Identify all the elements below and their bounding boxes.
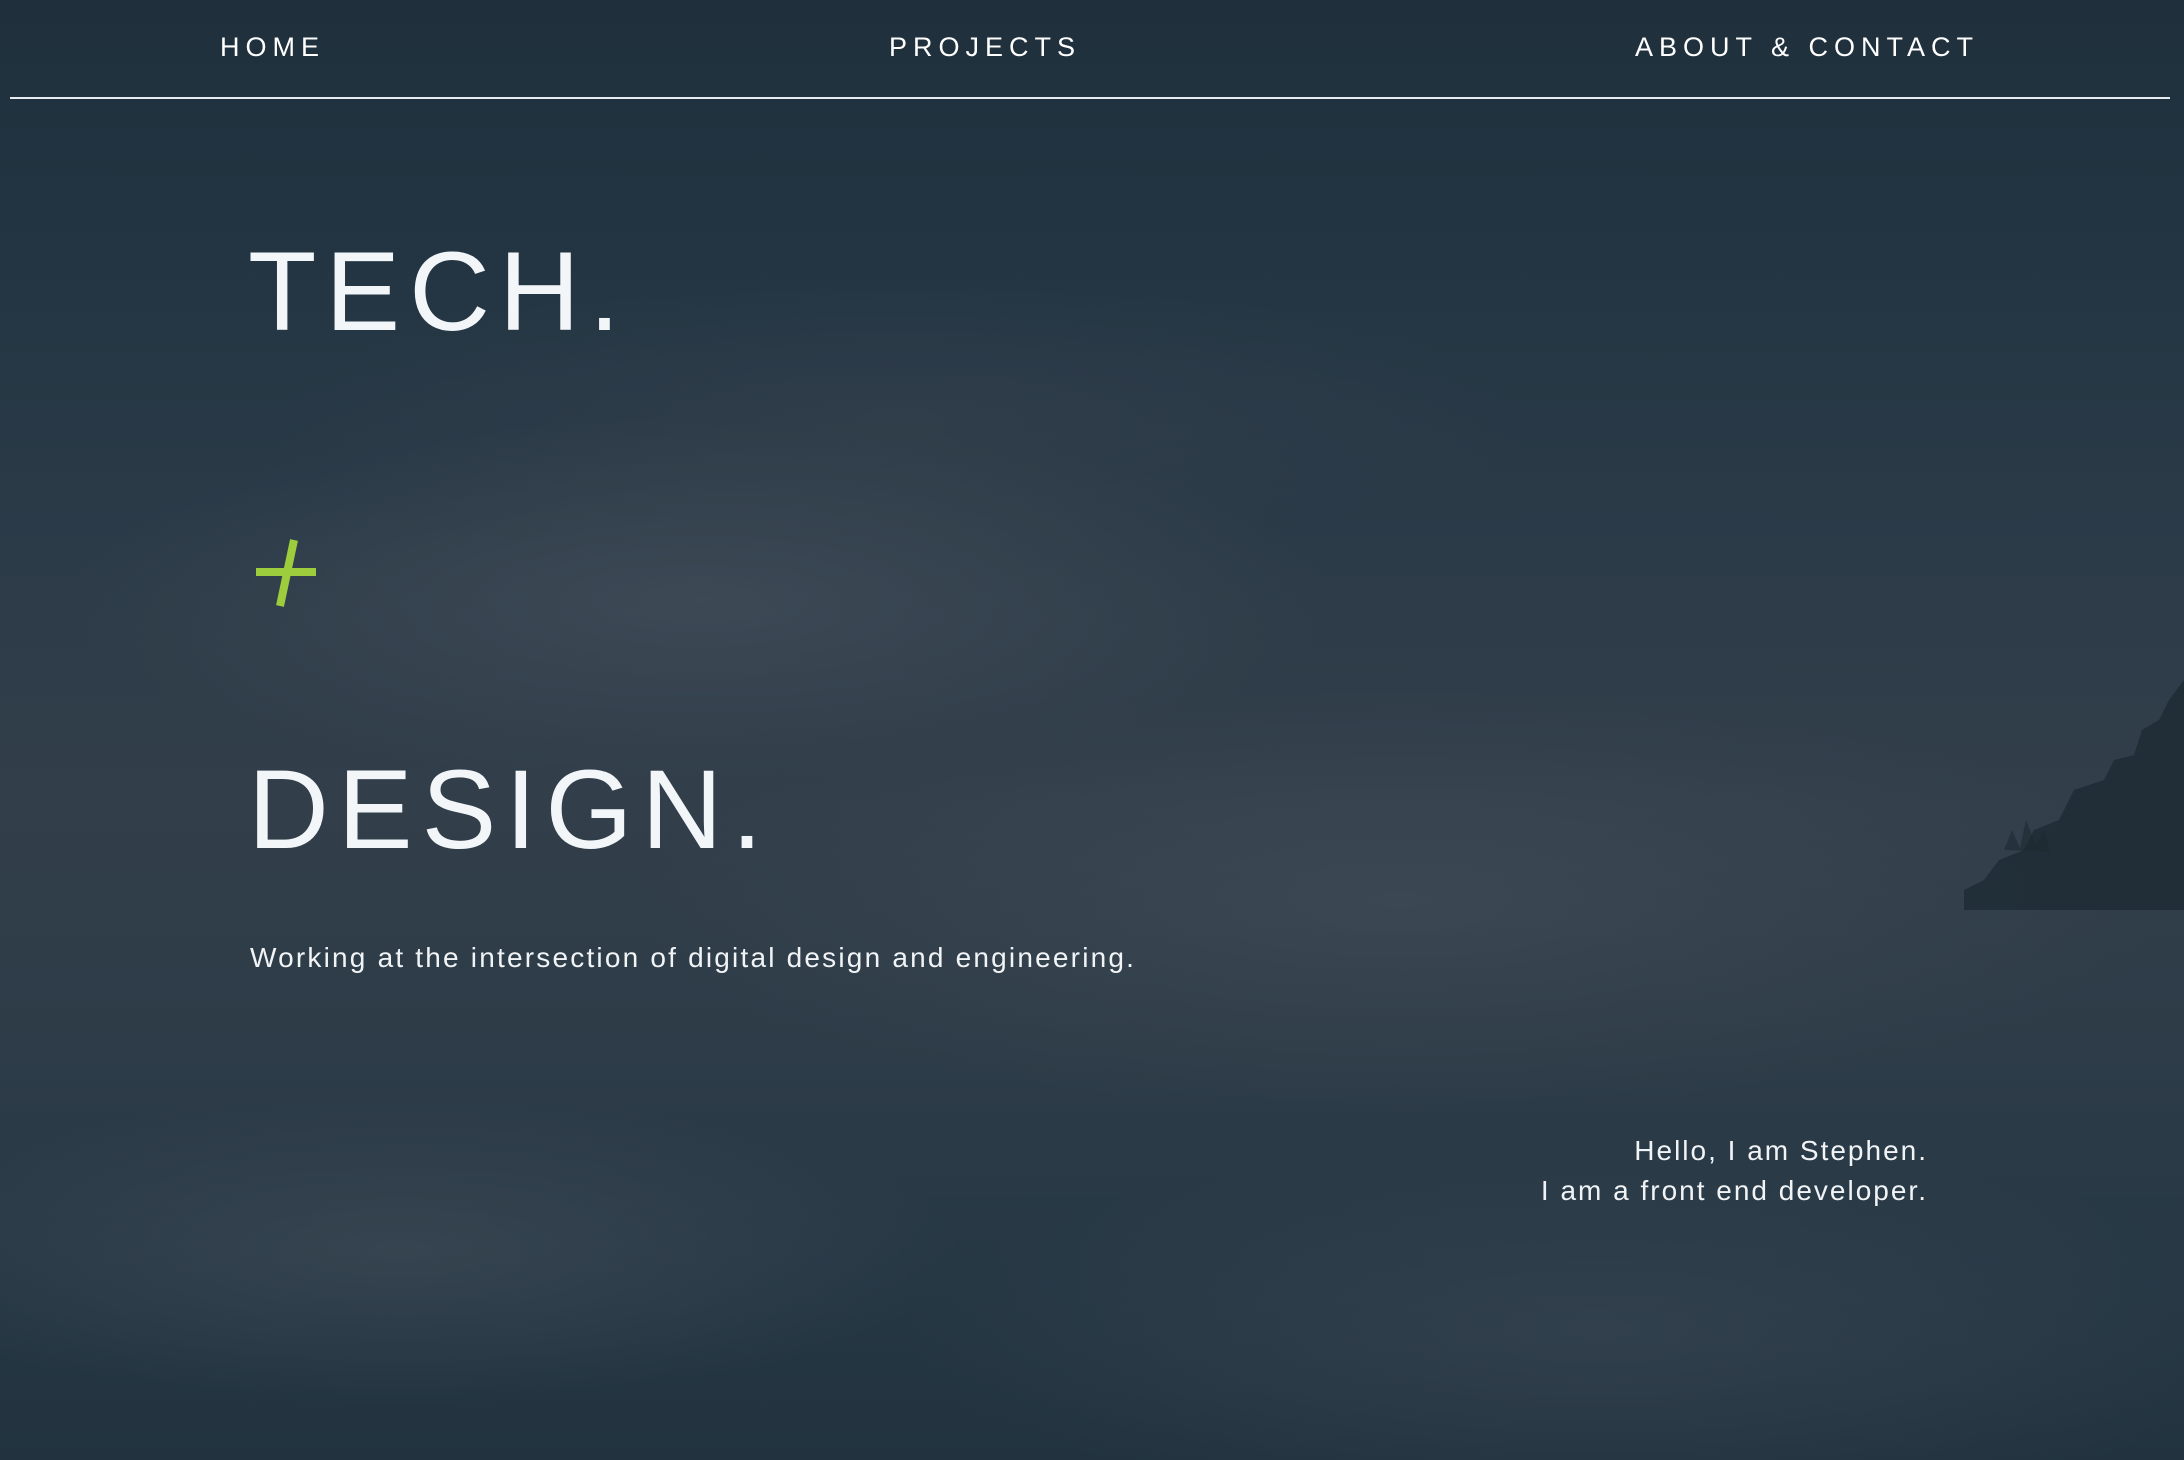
nav-home-link[interactable]: HOME	[220, 30, 325, 64]
hero-tagline: Working at the intersection of digital d…	[250, 942, 1137, 973]
intro-text: Hello, I am Stephen. I am a front end de…	[1541, 1131, 1928, 1211]
hero-heading-design: DESIGN.	[248, 747, 772, 872]
nav-about-contact-link[interactable]: ABOUT & CONTACT	[1635, 30, 1979, 64]
hero-heading-tech: TECH.	[248, 229, 629, 354]
intro-greeting: Hello, I am Stephen.	[1634, 1135, 1928, 1166]
top-nav: HOME PROJECTS ABOUT & CONTACT	[0, 0, 2184, 99]
intro-role: I am a front end developer.	[1540, 1175, 1928, 1206]
nav-projects-link[interactable]: PROJECTS	[889, 30, 1081, 64]
tree-silhouette	[1964, 680, 2184, 910]
plus-icon	[256, 539, 316, 607]
nav-divider	[10, 97, 2170, 99]
